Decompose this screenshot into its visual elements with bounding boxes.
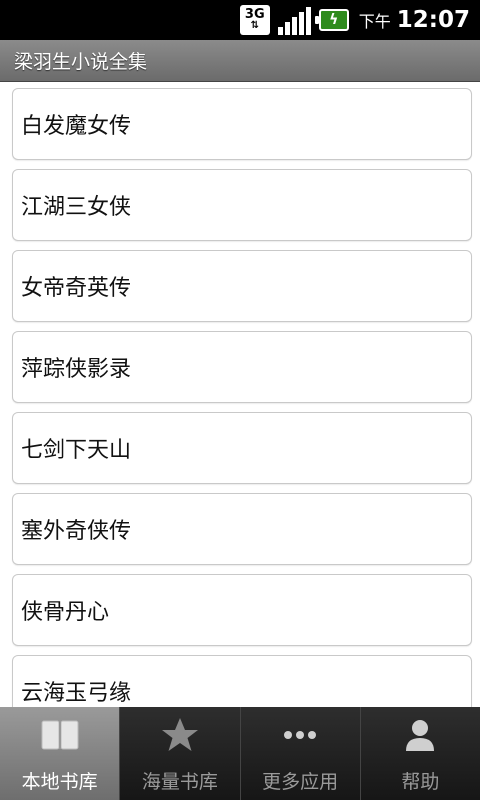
tab-label: 帮助 xyxy=(401,771,440,793)
list-item-book[interactable]: 萍踪侠影录 xyxy=(12,331,472,403)
more-dots-icon xyxy=(282,713,318,757)
status-bar: 3G ⇅ ϟ 下午 12:07 xyxy=(0,0,480,40)
data-arrows-icon: ⇅ xyxy=(250,20,259,31)
app-title: 梁羽生小说全集 xyxy=(14,51,148,73)
screen: 3G ⇅ ϟ 下午 12:07 梁羽生小说全集 白发魔女传 江湖三女侠 女帝奇英… xyxy=(0,0,480,800)
book-list[interactable]: 白发魔女传 江湖三女侠 女帝奇英传 萍踪侠影录 七剑下天山 塞外奇侠传 侠骨丹心… xyxy=(0,82,480,707)
book-title: 女帝奇英传 xyxy=(21,276,132,301)
person-icon xyxy=(403,713,437,757)
tab-local-library[interactable]: 本地书库 xyxy=(0,707,120,800)
network-3g-icon: 3G ⇅ xyxy=(239,5,270,35)
status-time: 12:07 xyxy=(396,7,470,33)
signal-strength-icon xyxy=(276,5,313,35)
list-item-book[interactable]: 江湖三女侠 xyxy=(12,169,472,241)
tab-more-apps[interactable]: 更多应用 xyxy=(239,707,360,800)
book-title: 江湖三女侠 xyxy=(21,195,132,220)
list-item-book[interactable]: 女帝奇英传 xyxy=(12,250,472,322)
book-title: 萍踪侠影录 xyxy=(21,357,132,382)
list-item-book[interactable]: 云海玉弓缘 xyxy=(12,655,472,707)
battery-charging-icon: ϟ xyxy=(314,9,349,31)
tab-label: 更多应用 xyxy=(262,771,339,793)
book-title: 白发魔女传 xyxy=(21,114,132,139)
status-ampm: 下午 xyxy=(358,12,391,31)
list-item-book[interactable]: 塞外奇侠传 xyxy=(12,493,472,565)
tab-label: 本地书库 xyxy=(21,771,98,793)
book-title: 塞外奇侠传 xyxy=(21,519,132,544)
title-bar: 梁羽生小说全集 xyxy=(0,40,480,82)
book-title: 七剑下天山 xyxy=(21,438,132,463)
star-icon xyxy=(160,713,200,757)
tab-help[interactable]: 帮助 xyxy=(359,707,480,800)
list-item-book[interactable]: 侠骨丹心 xyxy=(12,574,472,646)
book-title: 侠骨丹心 xyxy=(21,600,110,625)
list-item-book[interactable]: 白发魔女传 xyxy=(12,88,472,160)
book-icon xyxy=(40,713,80,757)
bottom-tab-bar: 本地书库 海量书库 更多应用 帮助 xyxy=(0,707,480,800)
tab-online-library[interactable]: 海量书库 xyxy=(119,707,239,800)
list-item-book[interactable]: 七剑下天山 xyxy=(12,412,472,484)
tab-label: 海量书库 xyxy=(141,771,218,793)
book-title: 云海玉弓缘 xyxy=(21,681,132,706)
